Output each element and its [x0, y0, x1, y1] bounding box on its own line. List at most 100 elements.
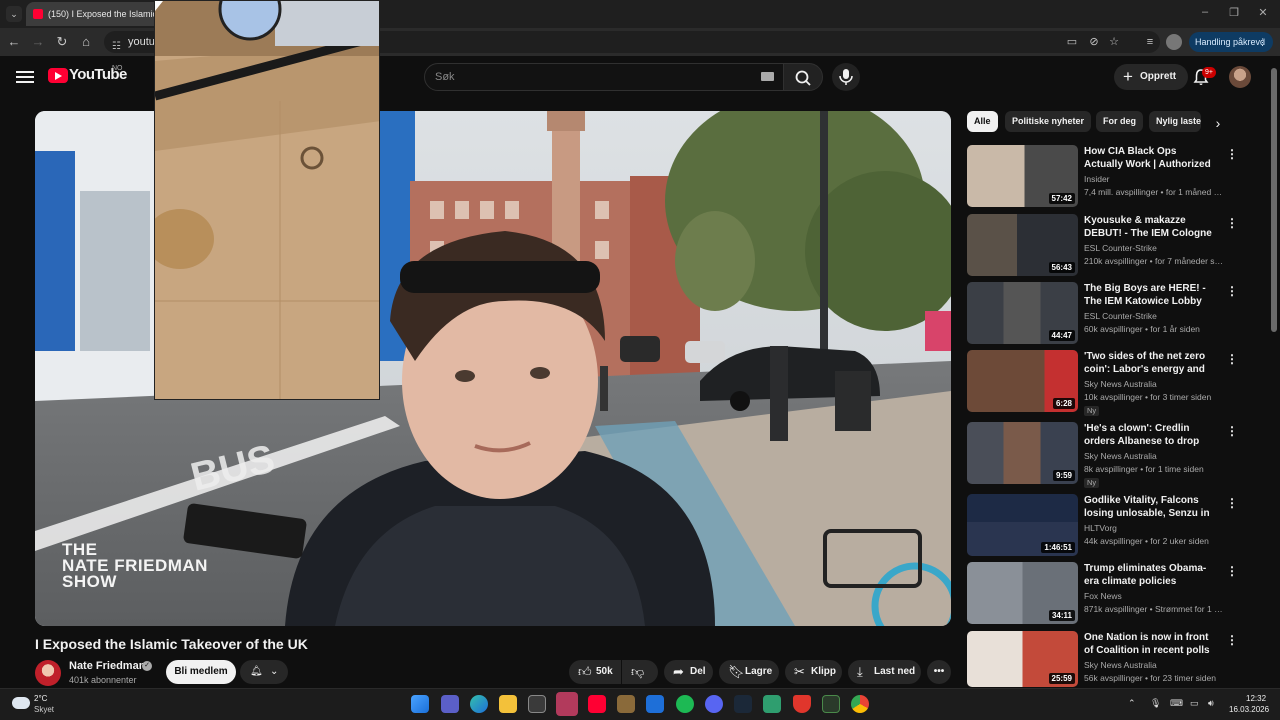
mail-icon[interactable]: [646, 695, 664, 713]
close-window-button[interactable]: ✕: [1253, 6, 1273, 19]
video-thumbnail[interactable]: 56:43: [967, 214, 1078, 276]
video-title[interactable]: 'He's a clown': Credlin orders Albanese …: [1084, 422, 1214, 448]
page-scrollbar[interactable]: [1271, 68, 1277, 332]
chrome-icon[interactable]: [851, 695, 869, 713]
search-input[interactable]: Søk: [424, 63, 784, 91]
maximize-button[interactable]: ❐: [1224, 6, 1244, 19]
bookmark-star-icon[interactable]: ☆: [1106, 34, 1122, 50]
clock-time[interactable]: 12:32: [1246, 694, 1266, 703]
recommended-video[interactable]: 34:11 Trump eliminates Obama-era climate…: [967, 562, 1267, 626]
tray-overflow-icon[interactable]: ⌃: [1128, 698, 1136, 709]
video-thumbnail[interactable]: 25:59: [967, 631, 1078, 687]
forward-button[interactable]: →: [30, 34, 46, 50]
video-thumbnail[interactable]: 34:11: [967, 562, 1078, 624]
keyboard-tray-icon[interactable]: ⌨: [1170, 698, 1183, 709]
file-explorer-icon[interactable]: [499, 695, 517, 713]
chip-recently-uploaded[interactable]: Nylig lastet: [1149, 111, 1201, 132]
more-vert-icon[interactable]: ⋮: [1226, 424, 1238, 438]
start-icon[interactable]: [411, 695, 429, 713]
network-icon[interactable]: ▭: [1190, 698, 1199, 709]
more-vert-icon[interactable]: ⋮: [1226, 352, 1238, 366]
keyboard-icon[interactable]: [761, 72, 774, 81]
download-button[interactable]: ⤓ Last ned: [848, 660, 921, 684]
video-thumbnail[interactable]: 9:59: [967, 422, 1078, 484]
chevron-right-icon[interactable]: ›: [1209, 114, 1227, 132]
cloud-icon[interactable]: [12, 697, 30, 709]
notification-settings-button[interactable]: 🔔︎ ⌄: [240, 660, 288, 684]
edge-icon[interactable]: [470, 695, 488, 713]
tab-search-button[interactable]: ⌄: [6, 6, 22, 22]
channel-name[interactable]: Insider: [1084, 174, 1110, 184]
video-thumbnail[interactable]: 57:42: [967, 145, 1078, 207]
dislike-button[interactable]: 👎︎: [622, 660, 658, 684]
minimize-button[interactable]: –: [1195, 6, 1215, 18]
recommended-video[interactable]: 44:47 The Big Boys are HERE! - The IEM K…: [967, 282, 1267, 346]
eye-slash-icon[interactable]: ⊘: [1086, 34, 1102, 50]
more-vert-icon[interactable]: ⋮: [1226, 633, 1238, 647]
site-info-icon[interactable]: ☷: [112, 36, 121, 58]
recommended-video[interactable]: 25:59 One Nation is now in front of Coal…: [967, 631, 1267, 695]
channel-name[interactable]: ESL Counter-Strike: [1084, 243, 1157, 253]
more-vert-icon[interactable]: ⋮: [1226, 147, 1238, 161]
channel-name[interactable]: Nate Friedman: [69, 660, 145, 672]
channel-name[interactable]: HLTVorg: [1084, 523, 1117, 533]
more-vert-icon[interactable]: ⋮: [1226, 284, 1238, 298]
share-button[interactable]: ➦ Del: [664, 660, 713, 684]
clock-date[interactable]: 16.03.2026: [1229, 705, 1269, 714]
video-title[interactable]: 'Two sides of the net zero coin': Labor'…: [1084, 350, 1214, 376]
more-vert-icon[interactable]: ⋮: [1226, 496, 1238, 510]
more-vert-icon[interactable]: ⋮: [1226, 216, 1238, 230]
video-thumbnail[interactable]: 6:28: [967, 350, 1078, 412]
spotify-icon[interactable]: [676, 695, 694, 713]
browser-profile-avatar[interactable]: [1166, 34, 1182, 50]
video-thumbnail[interactable]: 44:47: [967, 282, 1078, 344]
recommended-video[interactable]: 1:46:51 Godlike Vitality, Falcons losing…: [967, 494, 1267, 558]
video-title[interactable]: Kyousuke & makazze DEBUT! - The IEM Colo…: [1084, 214, 1214, 240]
reload-button[interactable]: ↻: [54, 34, 70, 50]
video-title[interactable]: Trump eliminates Obama-era climate polic…: [1084, 562, 1214, 588]
recommended-video[interactable]: 56:43 Kyousuke & makazze DEBUT! - The IE…: [967, 214, 1267, 278]
more-vert-icon[interactable]: ⋮: [1226, 564, 1238, 578]
recommended-video[interactable]: 6:28 'Two sides of the net zero coin': L…: [967, 350, 1267, 416]
terminal-icon[interactable]: [822, 695, 840, 713]
cast-icon[interactable]: ▭: [1064, 34, 1080, 50]
chat-app-icon[interactable]: [763, 695, 781, 713]
video-thumbnail[interactable]: 1:46:51: [967, 494, 1078, 556]
channel-name[interactable]: Sky News Australia: [1084, 451, 1157, 461]
weather-description[interactable]: Skyet: [34, 705, 54, 714]
brave-icon[interactable]: [793, 695, 811, 713]
channel-name[interactable]: Sky News Australia: [1084, 660, 1157, 670]
chip-political-news[interactable]: Politiske nyheter: [1005, 111, 1092, 132]
recommended-video[interactable]: 9:59 'He's a clown': Credlin orders Alba…: [967, 422, 1267, 488]
channel-name[interactable]: Fox News: [1084, 591, 1122, 601]
clip-button[interactable]: ✂ Klipp: [785, 660, 842, 684]
account-avatar[interactable]: [1229, 66, 1251, 88]
discord-icon[interactable]: [705, 695, 723, 713]
create-button[interactable]: + Opprett: [1114, 64, 1188, 90]
mic-tray-icon[interactable]: 🎙︎: [1150, 698, 1161, 709]
store-icon[interactable]: [528, 695, 546, 713]
steam-icon[interactable]: [734, 695, 752, 713]
chip-for-you[interactable]: For deg: [1096, 111, 1143, 132]
channel-name[interactable]: ESL Counter-Strike: [1084, 311, 1157, 321]
game-app-icon[interactable]: [617, 695, 635, 713]
menu-icon[interactable]: [16, 68, 34, 84]
teams-icon[interactable]: [441, 695, 459, 713]
reading-list-icon[interactable]: ≡: [1142, 34, 1158, 50]
video-title[interactable]: Godlike Vitality, Falcons losing unlosab…: [1084, 494, 1214, 520]
video-title[interactable]: How CIA Black Ops Actually Work | Author…: [1084, 145, 1214, 171]
channel-avatar[interactable]: [35, 660, 61, 686]
weather-temperature[interactable]: 2°C: [34, 694, 47, 703]
channel-name[interactable]: Sky News Australia: [1084, 379, 1157, 389]
like-button[interactable]: 👍︎ 50k: [569, 660, 621, 684]
video-title[interactable]: One Nation is now in front of Coalition …: [1084, 631, 1214, 657]
chip-all[interactable]: Alle: [967, 111, 998, 132]
search-button[interactable]: [783, 63, 823, 91]
recommended-video[interactable]: 57:42 How CIA Black Ops Actually Work | …: [967, 145, 1267, 209]
volume-icon[interactable]: 🔊︎: [1208, 698, 1214, 709]
more-actions-button[interactable]: •••: [927, 660, 951, 684]
active-app-icon[interactable]: [556, 692, 578, 716]
action-required-button[interactable]: Handling påkrevd ⋮: [1189, 32, 1273, 52]
home-button[interactable]: ⌂: [78, 34, 94, 50]
video-title[interactable]: The Big Boys are HERE! - The IEM Katowic…: [1084, 282, 1214, 308]
